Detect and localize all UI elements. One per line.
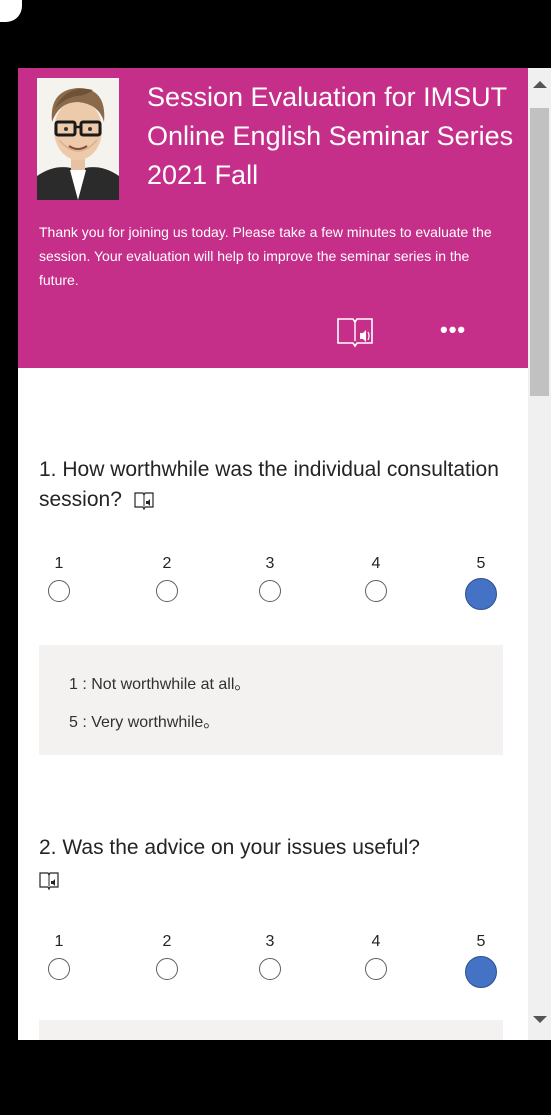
vertical-scrollbar[interactable] — [528, 68, 551, 1040]
rating-label: 2 — [162, 933, 172, 950]
rating-option[interactable]: 4 — [356, 932, 396, 980]
rating-label: 4 — [371, 933, 381, 950]
question-2-text: 2. Was the advice on your issues useful? — [39, 836, 420, 859]
rating-radio[interactable] — [259, 580, 281, 602]
legend-low: 1 : Not worthwhile at all。 — [69, 676, 251, 693]
rating-radio-selected[interactable] — [465, 578, 497, 610]
rating-option[interactable]: 1 — [39, 554, 79, 602]
rating-label: 3 — [265, 555, 275, 572]
question-2-scale-legend — [39, 1020, 503, 1040]
rating-radio[interactable] — [365, 580, 387, 602]
window-top-bar — [0, 0, 551, 68]
rating-option[interactable]: 3 — [250, 554, 290, 602]
form-header: Session Evaluation for IMSUT Online Engl… — [18, 68, 528, 368]
legend-high: 5 : Very worthwhile。 — [69, 714, 220, 731]
rating-label: 5 — [476, 555, 486, 572]
more-options-icon[interactable]: ••• — [440, 319, 466, 341]
question-1-scale-legend: 1 : Not worthwhile at all。 5 : Very wort… — [39, 645, 503, 755]
rating-option[interactable]: 1 — [39, 932, 79, 980]
rating-option[interactable]: 5 — [461, 932, 501, 988]
immersive-reader-icon[interactable] — [134, 490, 154, 511]
scroll-up-arrow-icon[interactable] — [533, 81, 547, 88]
rating-option[interactable]: 2 — [147, 932, 187, 980]
rating-label: 1 — [54, 933, 64, 950]
rating-label: 5 — [476, 933, 486, 950]
window-bottom-bar — [0, 1040, 551, 1115]
question-1-text: 1. How worthwhile was the individual con… — [39, 458, 499, 511]
rating-radio[interactable] — [156, 958, 178, 980]
question-1-title: 1. How worthwhile was the individual con… — [39, 455, 509, 515]
immersive-reader-icon[interactable] — [334, 315, 376, 349]
rating-option[interactable]: 4 — [356, 554, 396, 602]
form-viewport: Session Evaluation for IMSUT Online Engl… — [18, 68, 528, 1040]
rating-option[interactable]: 3 — [250, 932, 290, 980]
rating-radio[interactable] — [48, 958, 70, 980]
rating-radio[interactable] — [259, 958, 281, 980]
scroll-down-arrow-icon[interactable] — [533, 1016, 547, 1023]
rating-option[interactable]: 5 — [461, 554, 501, 610]
scrollbar-thumb[interactable] — [530, 108, 549, 396]
immersive-reader-icon[interactable] — [39, 870, 59, 891]
rating-label: 2 — [162, 555, 172, 572]
form-description: Thank you for joining us today. Please t… — [39, 224, 492, 288]
rating-radio-selected[interactable] — [465, 956, 497, 988]
rating-radio[interactable] — [48, 580, 70, 602]
rating-label: 1 — [54, 555, 64, 572]
rating-radio[interactable] — [365, 958, 387, 980]
rating-label: 4 — [371, 555, 381, 572]
form-title: Session Evaluation for IMSUT Online Engl… — [147, 82, 514, 190]
rating-radio[interactable] — [156, 580, 178, 602]
form-avatar-image — [37, 78, 119, 200]
window-left-edge — [0, 68, 18, 1040]
rating-option[interactable]: 2 — [147, 554, 187, 602]
rating-label: 3 — [265, 933, 275, 950]
question-2-title: 2. Was the advice on your issues useful? — [39, 833, 509, 893]
